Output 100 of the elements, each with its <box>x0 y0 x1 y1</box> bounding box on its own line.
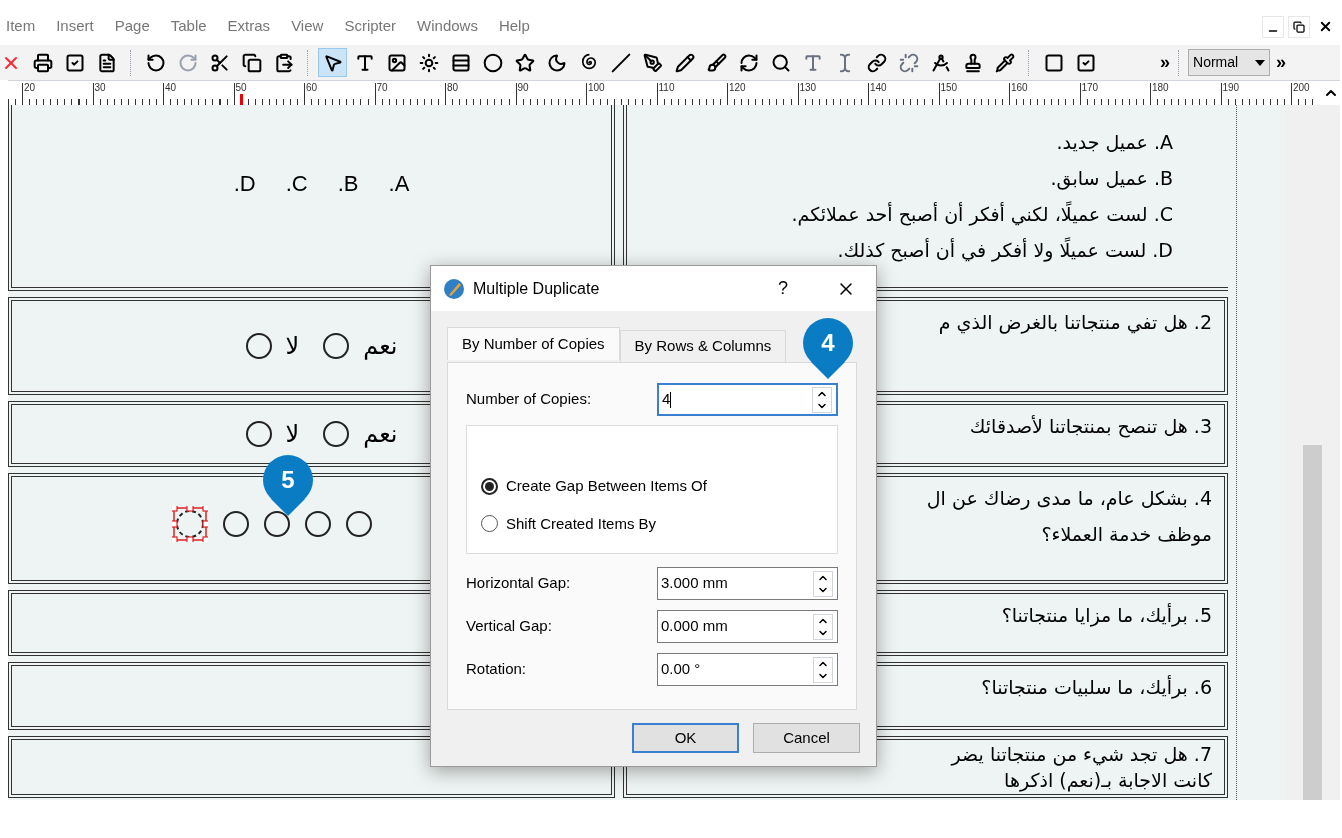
question-text: 3. هل تنصح بمنتجاتنا لأصدقائك <box>969 414 1212 440</box>
pen-icon <box>642 52 663 73</box>
table-icon <box>450 52 471 73</box>
eyedropper-icon <box>994 52 1015 73</box>
brush-icon <box>706 52 727 73</box>
ruler-number: 90 <box>515 82 529 94</box>
mode-dropdown[interactable]: Normal <box>1188 49 1270 76</box>
menu-item[interactable]: Page <box>114 15 150 38</box>
question-text: C. لست عميلًا، لكني أفكر أن أصبح أحد عملائكم. <box>791 200 1173 228</box>
document-icon <box>96 52 117 73</box>
dialog-button[interactable]: OK <box>632 723 739 753</box>
paste-icon <box>273 52 294 73</box>
dialog-title: Multiple Duplicate <box>473 278 601 299</box>
dialog-button[interactable]: Cancel <box>753 723 860 753</box>
tick-square-icon <box>1075 52 1096 73</box>
menu-item[interactable]: Help <box>498 15 530 38</box>
printer-icon <box>32 52 53 73</box>
minimize-button[interactable] <box>1262 15 1284 38</box>
field-value: 0.000 mm <box>660 616 729 637</box>
redo-icon <box>177 52 198 73</box>
pointer-button[interactable] <box>318 48 347 77</box>
circle-icon <box>482 52 503 73</box>
option-letter: C. <box>285 170 308 198</box>
copy-icon <box>241 52 262 73</box>
spin-field[interactable]: 0.00 ° <box>657 653 838 686</box>
restore-button[interactable] <box>1288 15 1310 38</box>
menu-item[interactable]: Extras <box>227 15 271 38</box>
ruler-number: 30 <box>92 82 106 94</box>
app-logo-icon <box>443 277 465 300</box>
field-value: 0.00 ° <box>660 659 702 680</box>
question-text: D. لست عميلًا ولا أفكر في أن أصبح كذلك. <box>837 236 1173 264</box>
ruler-number: 170 <box>1079 82 1099 94</box>
ruler-number: 70 <box>374 82 388 94</box>
ruler-number: 140 <box>868 82 887 94</box>
ruler-number: 110 <box>656 82 675 94</box>
question-text: A. عميل جديد. <box>1056 130 1173 155</box>
link-icon <box>866 52 887 73</box>
option-label: لا <box>285 419 300 450</box>
menu-item[interactable]: Scripter <box>344 15 397 38</box>
question-text: 2. هل تفي منتجاتنا بالغرض الذي م <box>938 310 1212 336</box>
question-text: B. عميل سابق. <box>1050 166 1173 192</box>
ruler-number: 200 <box>1291 82 1310 94</box>
arc-icon <box>546 52 567 73</box>
stamp-icon <box>962 52 983 73</box>
ruler-number: 190 <box>1220 82 1240 94</box>
sun-icon <box>418 52 439 73</box>
star-icon <box>514 52 535 73</box>
question-text: 4. بشكل عام، ما مدى رضاك عن ال <box>926 486 1212 512</box>
frame-icon <box>1043 52 1064 73</box>
tab[interactable]: By Rows & Columns <box>619 330 787 362</box>
search-icon <box>770 52 791 73</box>
option-label: لا <box>285 331 300 362</box>
radio-label[interactable]: Create Gap Between Items Of <box>506 475 707 498</box>
ruler-number: 150 <box>938 82 958 94</box>
question-text: 5. برأيك، ما مزايا منتجاتنا؟ <box>1001 602 1212 629</box>
menu-item[interactable]: Table <box>170 15 207 38</box>
menu-item[interactable]: Insert <box>56 15 94 38</box>
overflow-button[interactable]: » <box>1160 49 1170 76</box>
field-value: 3.000 mm <box>660 573 729 594</box>
field-value: 4 <box>661 389 673 411</box>
text-frame-icon <box>802 52 823 73</box>
ruler-number: 180 <box>1150 82 1169 94</box>
option-letter: D. <box>233 170 256 198</box>
spin-field[interactable]: 4 <box>657 383 838 416</box>
tick-square-icon <box>64 52 85 73</box>
pencil-icon <box>674 52 695 73</box>
field-label: Rotation: <box>466 659 527 680</box>
overflow-button[interactable]: » <box>1276 49 1287 76</box>
pointer-icon <box>322 52 343 73</box>
line-icon <box>610 52 631 73</box>
ruler-number: 50 <box>233 82 247 94</box>
ruler-number: 120 <box>727 82 746 94</box>
radio-button[interactable] <box>481 515 498 533</box>
radio-button[interactable] <box>481 477 498 495</box>
scroll-thumb[interactable] <box>1303 445 1322 800</box>
rotate-icon <box>738 52 759 73</box>
field-label: Horizontal Gap: <box>466 573 571 594</box>
spin-field[interactable]: 3.000 mm <box>657 567 838 600</box>
menu-item[interactable]: Windows <box>417 15 478 38</box>
question-text: موظف خدمة العملاء؟ <box>1041 522 1212 548</box>
menu-item[interactable]: View <box>291 15 324 38</box>
help-button[interactable]: ? <box>778 275 788 302</box>
ruler-number: 130 <box>797 82 817 94</box>
field-label: Vertical Gap: <box>466 616 552 637</box>
text-icon <box>354 52 375 73</box>
ruler-number: 160 <box>1009 82 1028 94</box>
option-label: نعم <box>363 419 398 450</box>
scissors-icon <box>209 52 230 73</box>
spin-field[interactable]: 0.000 mm <box>657 610 838 643</box>
option-letter: A. <box>388 170 410 198</box>
menu-item[interactable]: Item <box>6 15 36 38</box>
unlink-icon <box>898 52 919 73</box>
scrollbar[interactable] <box>1285 105 1340 800</box>
option-label: نعم <box>363 331 398 362</box>
tab[interactable]: By Number of Copies <box>447 327 620 360</box>
question-text: 6. برأيك، ما سلبيات منتجاتنا؟ <box>981 674 1212 701</box>
undo-icon <box>145 52 166 73</box>
option-letter: B. <box>337 170 359 198</box>
restore-icon <box>1293 20 1305 33</box>
radio-label[interactable]: Shift Created Items By <box>506 512 657 535</box>
